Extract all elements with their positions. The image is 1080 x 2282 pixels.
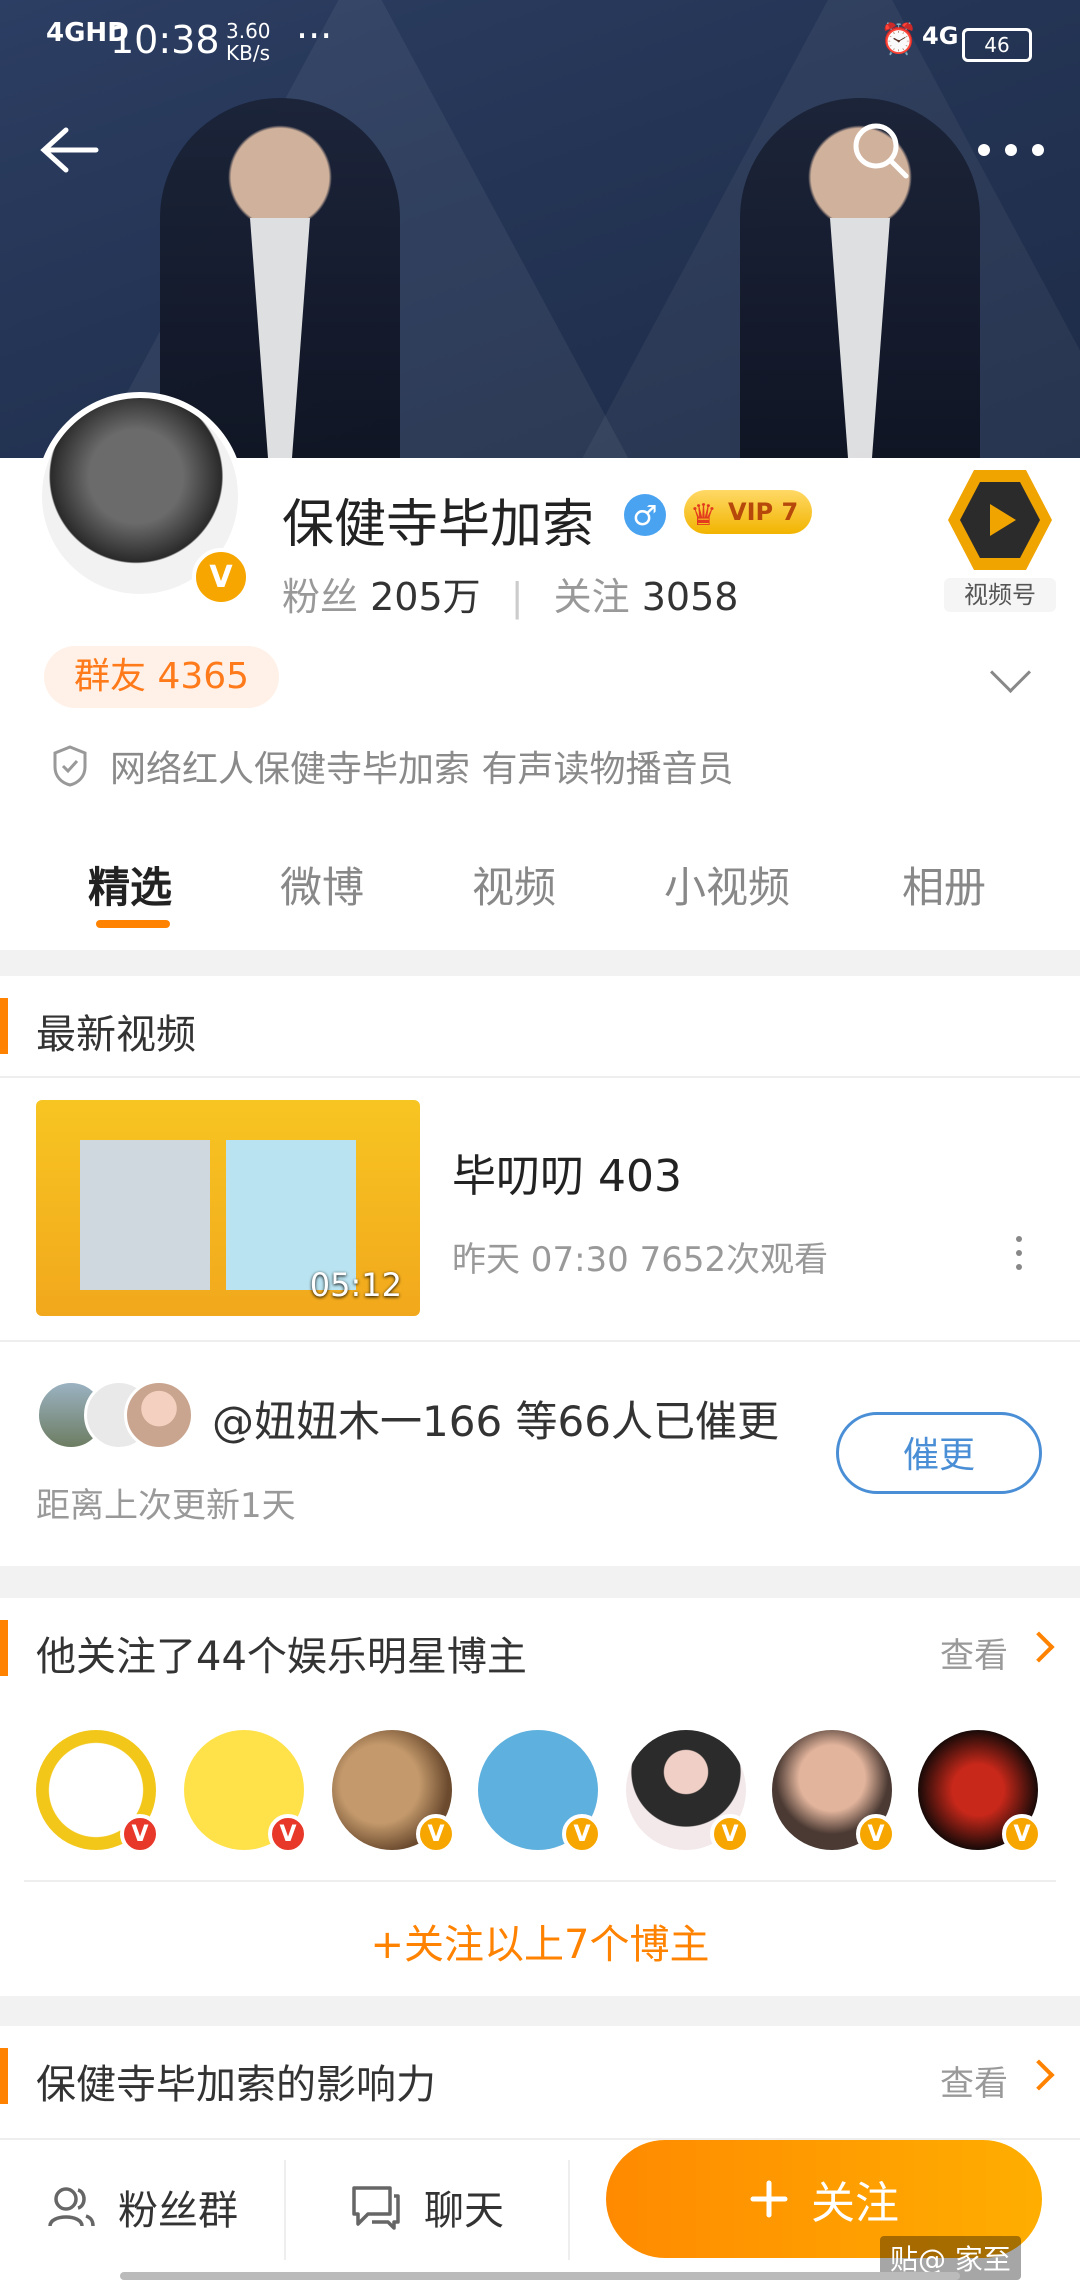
urge-subtext: 距离上次更新1天 (36, 1486, 296, 1526)
banner-person-left (160, 98, 400, 458)
video-title[interactable]: 毕叨叨 403 (452, 1140, 682, 1204)
verified-badge-icon: V (710, 1814, 750, 1854)
follow-label: 关注 (811, 2178, 899, 2229)
tab-album[interactable]: 相册 (902, 854, 986, 915)
verified-badge-icon: V (1002, 1814, 1042, 1854)
users-icon (48, 2187, 95, 2227)
divider (284, 2160, 286, 2260)
more-vertical-icon (1016, 1236, 1022, 1242)
net-speed-unit: KB/s (226, 41, 270, 65)
divider (24, 1880, 1056, 1882)
urge-text[interactable]: @妞妞木一166 等66人已催更 (212, 1388, 779, 1449)
active-tab-indicator (96, 920, 170, 928)
tab-short-video[interactable]: 小视频 (664, 854, 790, 915)
chat-button[interactable]: 聊天 (350, 2178, 504, 2236)
video-thumbnail[interactable]: 05:12 (36, 1100, 420, 1316)
fans-group-button[interactable]: 粉丝群 (46, 2178, 238, 2236)
influence-title: 保健寺毕加索的影响力 (36, 2062, 436, 2108)
followed-avatar-4[interactable]: V (478, 1730, 602, 1854)
thumbnail-frame-left (80, 1140, 210, 1290)
chevron-right-icon (1023, 1631, 1055, 1663)
vip-badge[interactable]: ♛ VIP 7 (684, 490, 813, 534)
back-button[interactable] (36, 118, 100, 186)
followed-avatar-6[interactable]: V (772, 1730, 896, 1854)
tab-video[interactable]: 视频 (472, 854, 556, 915)
latest-video-title: 最新视频 (36, 1012, 196, 1058)
chat-label: 聊天 (424, 2188, 504, 2234)
following-view-more[interactable]: 查看 (940, 1628, 1008, 1677)
search-icon (853, 123, 909, 179)
video-more-button[interactable] (1016, 1236, 1024, 1278)
more-dots-icon (978, 144, 1044, 156)
followed-avatar-5[interactable]: V (626, 1730, 750, 1854)
fans-group-label: 粉丝群 (118, 2188, 238, 2234)
urge-update-button[interactable]: 催更 (836, 1412, 1042, 1494)
profile-tabs: 精选 微博 视频 小视频 相册 (0, 840, 1080, 950)
group-chat-pill[interactable]: 群友 4365 (44, 646, 280, 708)
section-accent-bar (0, 1620, 8, 1676)
divider (0, 1340, 1080, 1342)
followed-avatar-7[interactable]: V (918, 1730, 1042, 1854)
male-icon: ♂ (624, 494, 666, 536)
following-label: 关注 (553, 575, 630, 619)
influence-view-more[interactable]: 查看 (940, 2056, 1008, 2105)
tab-weibo[interactable]: 微博 (280, 854, 364, 915)
play-icon (990, 504, 1016, 536)
home-indicator (120, 2272, 960, 2280)
battery-icon: 46 (962, 28, 1032, 62)
verified-red-icon: V (268, 1814, 308, 1854)
divider (0, 1076, 1080, 1078)
verified-red-icon: V (120, 1814, 160, 1854)
section-accent-bar (0, 2048, 8, 2104)
plus-icon (750, 2180, 788, 2218)
crown-icon: ♛ (690, 498, 717, 533)
stats-divider: | (510, 575, 524, 619)
verified-badge-icon: V (562, 1814, 602, 1854)
followed-avatar-1[interactable]: V (36, 1730, 160, 1854)
profile-stats: 粉丝 205万 | 关注 3058 (282, 566, 738, 621)
search-button[interactable] (848, 118, 912, 186)
following-header[interactable]: 他关注了44个娱乐明星博主 查看 (0, 1598, 1080, 1698)
chevron-right-icon (1023, 2059, 1055, 2091)
net-speed: 3.60 KB/s (226, 20, 271, 64)
divider (568, 2160, 570, 2260)
following-title: 他关注了44个娱乐明星博主 (36, 1634, 527, 1680)
net-speed-value: 3.60 (226, 19, 271, 43)
net-right: 4G (922, 22, 959, 50)
video-account-badge[interactable]: 视频号 (934, 470, 1066, 612)
latest-video-header: 最新视频 (0, 976, 1080, 1076)
verified-badge-icon: V (856, 1814, 896, 1854)
video-meta: 昨天 07:30 7652次观看 (452, 1240, 829, 1280)
urger-avatar (124, 1380, 194, 1450)
profile-banner (0, 0, 1080, 458)
section-accent-bar (0, 998, 8, 1054)
more-status-dots: ··· (296, 14, 333, 58)
certification-text: 网络红人保健寺毕加索 有声读物播音员 (110, 749, 734, 790)
followed-avatar-3[interactable]: V (332, 1730, 456, 1854)
vip-label: VIP 7 (728, 498, 799, 526)
shield-check-icon (53, 745, 87, 787)
follow-all-link[interactable]: +关注以上7个博主 (0, 1912, 1080, 1970)
tab-featured[interactable]: 精选 (88, 854, 172, 915)
more-options-button[interactable] (976, 142, 1046, 158)
following-count[interactable]: 3058 (642, 575, 739, 619)
followed-avatar-2[interactable]: V (184, 1730, 308, 1854)
verified-badge-icon: V (416, 1814, 456, 1854)
fans-label: 粉丝 (282, 575, 359, 619)
verified-badge-icon: V (192, 548, 250, 606)
certification-line: 网络红人保健寺毕加索 有声读物播音员 (52, 740, 733, 792)
video-badge-label: 视频号 (944, 578, 1056, 612)
profile-name: 保健寺毕加索 (282, 495, 595, 555)
fans-count[interactable]: 205万 (370, 575, 481, 619)
chat-icon (352, 2186, 400, 2230)
video-duration: 05:12 (309, 1266, 402, 1304)
back-arrow-icon (40, 127, 99, 173)
influence-header[interactable]: 保健寺毕加索的影响力 查看 (0, 2026, 1080, 2126)
clock: 10:38 (110, 18, 220, 62)
influence-section: 保健寺毕加索的影响力 查看 (0, 2026, 1080, 2138)
alarm-icon: ⏰ (880, 22, 918, 57)
